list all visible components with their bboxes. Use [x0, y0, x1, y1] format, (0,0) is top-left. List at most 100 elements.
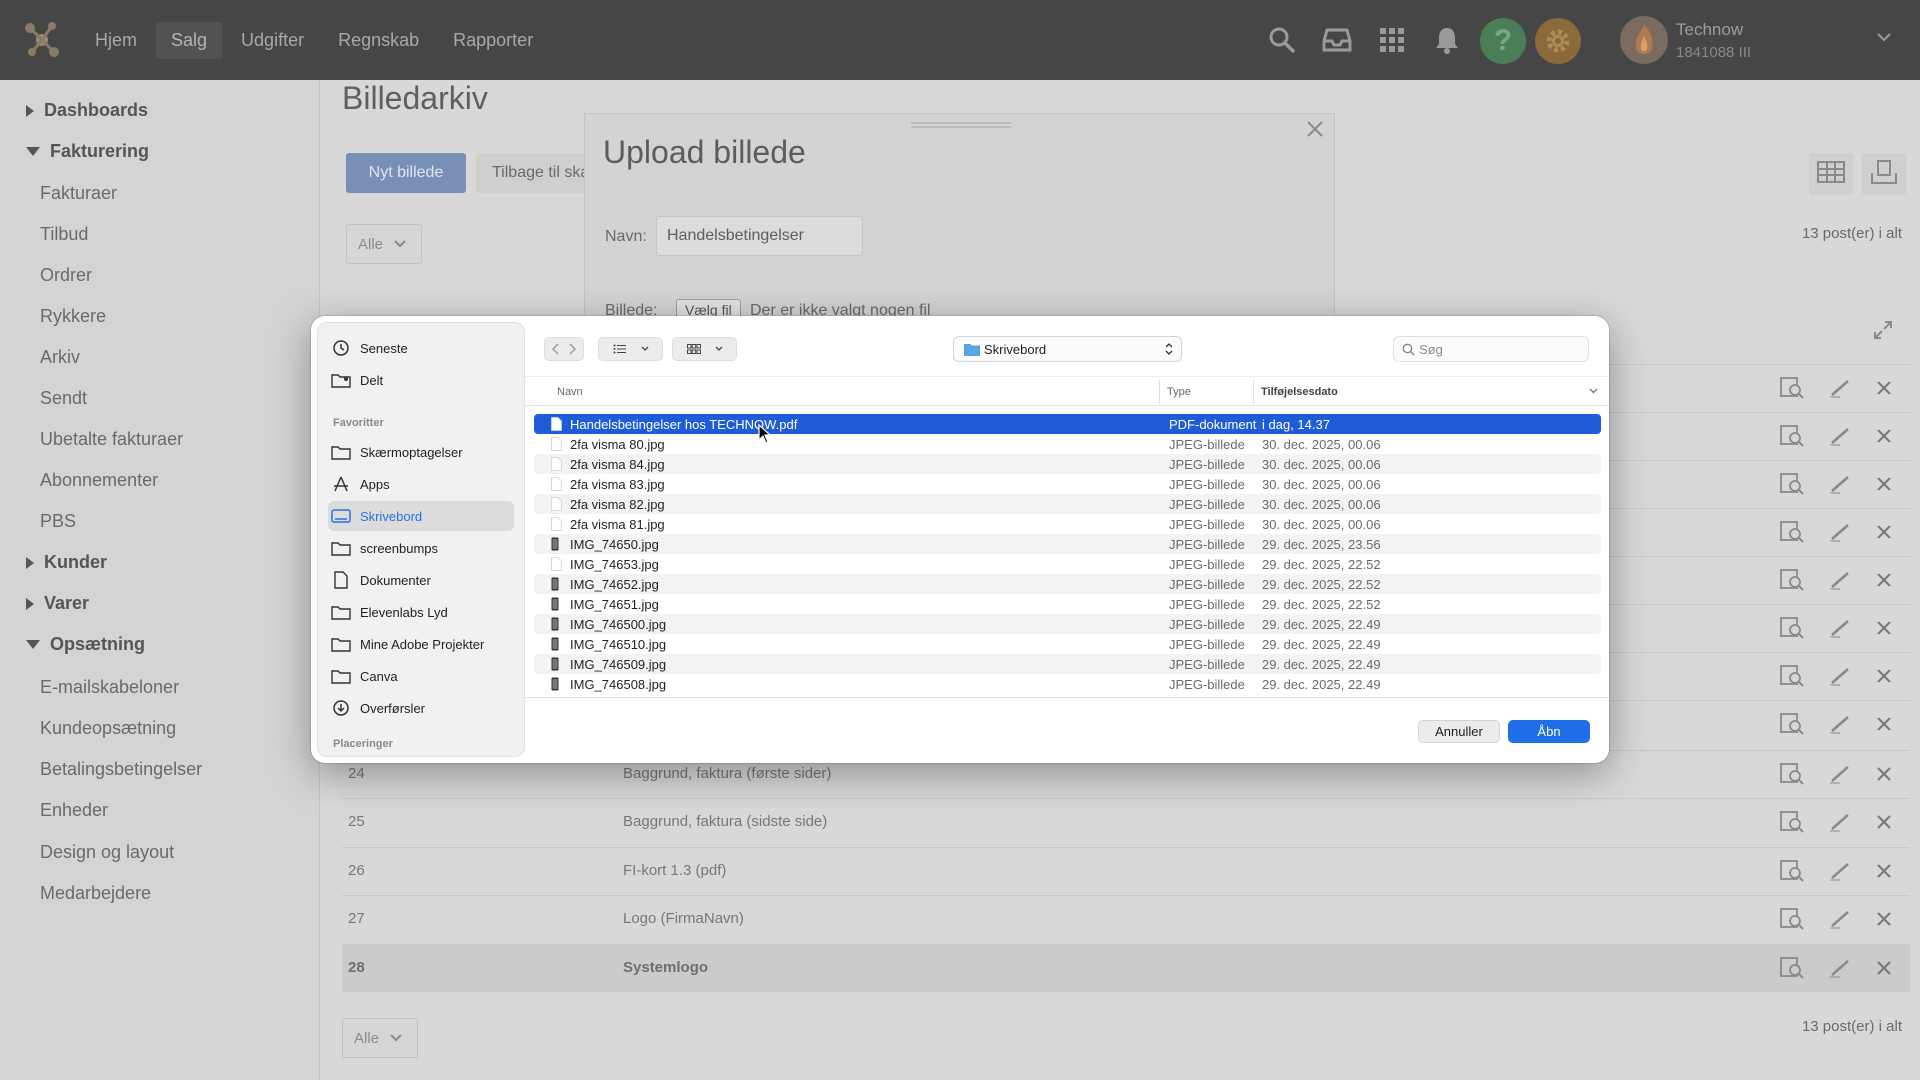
delete-x-icon[interactable] [1876, 814, 1892, 830]
file-row[interactable]: IMG_746510.jpg JPEG-billede 29. dec. 202… [534, 634, 1601, 654]
sidebar-item-fakturaer[interactable]: Fakturaer [40, 183, 117, 204]
preview-icon[interactable] [1780, 617, 1804, 639]
export-button[interactable] [1862, 153, 1906, 195]
preview-icon[interactable] [1780, 665, 1804, 687]
sidebar-item-medarbejdere[interactable]: Medarbejdere [40, 883, 151, 904]
table-row[interactable]: 27 Logo (FirmaNavn) [342, 895, 1910, 943]
sidebar-item-canva[interactable]: Canva [318, 661, 526, 691]
column-header-name[interactable]: Navn [557, 386, 583, 398]
preview-icon[interactable] [1780, 908, 1804, 930]
edit-pencil-icon[interactable] [1828, 909, 1852, 929]
preview-icon[interactable] [1780, 713, 1804, 735]
delete-x-icon[interactable] [1876, 380, 1892, 396]
sidebar-item-apps[interactable]: Apps [318, 469, 526, 499]
sidebar-item-ubetalte-fakturaer[interactable]: Ubetalte fakturaer [40, 429, 183, 450]
column-header-type[interactable]: Type [1167, 386, 1191, 398]
delete-x-icon[interactable] [1876, 960, 1892, 976]
delete-x-icon[interactable] [1876, 766, 1892, 782]
back-to-templates-button[interactable]: Tilbage til skabeloner [476, 153, 596, 193]
sidebar-item-pbs[interactable]: PBS [40, 511, 76, 532]
location-popup[interactable]: Skrivebord [953, 336, 1182, 362]
delete-x-icon[interactable] [1876, 863, 1892, 879]
file-row[interactable]: IMG_74652.jpg JPEG-billede 29. dec. 2025… [534, 574, 1601, 594]
delete-x-icon[interactable] [1876, 476, 1892, 492]
inbox-icon[interactable] [1319, 22, 1355, 58]
grid-view-button[interactable] [1809, 153, 1853, 195]
sidebar-item-elevenlabs-lyd[interactable]: Elevenlabs Lyd [318, 597, 526, 627]
sidebar-item-screenbumps[interactable]: screenbumps [318, 533, 526, 563]
group-view-button[interactable] [672, 337, 737, 361]
close-icon[interactable] [1306, 120, 1324, 143]
new-image-button[interactable]: Nyt billede [346, 153, 466, 193]
chevron-down-icon[interactable] [1876, 30, 1892, 48]
file-row[interactable]: IMG_746500.jpg JPEG-billede 29. dec. 202… [534, 614, 1601, 634]
apps-grid-icon[interactable] [1374, 22, 1410, 58]
table-row[interactable]: 26 FI-kort 1.3 (pdf) [342, 847, 1910, 895]
file-row[interactable]: IMG_74651.jpg JPEG-billede 29. dec. 2025… [534, 594, 1601, 614]
nav-salg[interactable]: Salg [156, 21, 223, 59]
delete-x-icon[interactable] [1876, 668, 1892, 684]
expand-icon[interactable] [1873, 320, 1893, 345]
avatar[interactable] [1620, 16, 1668, 64]
table-row[interactable]: 25 Baggrund, faktura (sidste side) [342, 798, 1910, 846]
app-logo-icon[interactable] [22, 20, 62, 60]
preview-icon[interactable] [1780, 473, 1804, 495]
sort-chevron-icon[interactable] [1589, 388, 1598, 394]
sidebar-item-dokumenter[interactable]: Dokumenter [318, 565, 526, 595]
table-row[interactable]: 28 Systemlogo [342, 944, 1910, 992]
file-row[interactable]: IMG_74653.jpg JPEG-billede 29. dec. 2025… [534, 554, 1601, 574]
delete-x-icon[interactable] [1876, 716, 1892, 732]
sidebar-section-varer[interactable]: Varer [26, 593, 89, 614]
delete-x-icon[interactable] [1876, 428, 1892, 444]
help-icon[interactable]: ? [1480, 18, 1526, 64]
preview-icon[interactable] [1780, 860, 1804, 882]
chevron-left-icon[interactable] [552, 343, 560, 355]
cancel-button[interactable]: Annuller [1418, 720, 1500, 743]
name-input[interactable]: Handelsbetingelser [656, 216, 863, 256]
preview-icon[interactable] [1780, 377, 1804, 399]
nav-hjem[interactable]: Hjem [80, 22, 152, 59]
filter-select-top[interactable]: Alle [346, 224, 422, 264]
sidebar-item-betalingsbetingelser[interactable]: Betalingsbetingelser [40, 759, 202, 780]
sidebar-item-abonnementer[interactable]: Abonnementer [40, 470, 158, 491]
settings-gear-icon[interactable] [1535, 18, 1581, 64]
delete-x-icon[interactable] [1876, 911, 1892, 927]
list-view-button[interactable] [598, 337, 663, 361]
delete-x-icon[interactable] [1876, 620, 1892, 636]
edit-pencil-icon[interactable] [1828, 474, 1852, 494]
file-row[interactable]: 2fa visma 83.jpg JPEG-billede 30. dec. 2… [534, 474, 1601, 494]
filter-select-bottom[interactable]: Alle [342, 1018, 418, 1058]
edit-pencil-icon[interactable] [1828, 812, 1852, 832]
edit-pencil-icon[interactable] [1828, 426, 1852, 446]
sidebar-item-seneste[interactable]: Seneste [318, 333, 526, 363]
sidebar-item-delt[interactable]: Delt [318, 365, 526, 395]
preview-icon[interactable] [1780, 811, 1804, 833]
edit-pencil-icon[interactable] [1828, 714, 1852, 734]
edit-pencil-icon[interactable] [1828, 764, 1852, 784]
sidebar-item-mine-adobe-projekter[interactable]: Mine Adobe Projekter [318, 629, 526, 659]
file-row[interactable]: IMG_746509.jpg JPEG-billede 29. dec. 202… [534, 654, 1601, 674]
file-row[interactable]: 2fa visma 84.jpg JPEG-billede 30. dec. 2… [534, 454, 1601, 474]
edit-pencil-icon[interactable] [1828, 861, 1852, 881]
edit-pencil-icon[interactable] [1828, 618, 1852, 638]
chevron-right-icon[interactable] [568, 343, 576, 355]
file-search-field[interactable]: Søg [1393, 336, 1589, 362]
preview-icon[interactable] [1780, 763, 1804, 785]
file-row[interactable]: 2fa visma 81.jpg JPEG-billede 30. dec. 2… [534, 514, 1601, 534]
edit-pencil-icon[interactable] [1828, 378, 1852, 398]
edit-pencil-icon[interactable] [1828, 570, 1852, 590]
nav-regnskab[interactable]: Regnskab [323, 22, 434, 59]
sidebar-section-opsaetning[interactable]: Opsætning [26, 634, 145, 655]
sidebar-item-skaermoptagelser[interactable]: Skærmoptagelser [318, 437, 526, 467]
file-row[interactable]: IMG_746508.jpg JPEG-billede 29. dec. 202… [534, 674, 1601, 694]
sidebar-item-enheder[interactable]: Enheder [40, 800, 108, 821]
drag-handle[interactable] [911, 122, 1011, 128]
sidebar-item-kundeopsaetning[interactable]: Kundeopsætning [40, 718, 176, 739]
search-icon[interactable] [1264, 22, 1300, 58]
sidebar-item-sendt[interactable]: Sendt [40, 388, 87, 409]
sidebar-item-ordrer[interactable]: Ordrer [40, 265, 92, 286]
sidebar-section-dashboards[interactable]: Dashboards [26, 100, 148, 121]
column-header-date[interactable]: Tilføjelsesdato [1261, 386, 1338, 398]
file-row[interactable]: Handelsbetingelser hos TECHNOW.pdf PDF-d… [534, 414, 1601, 434]
sidebar-item-e-mailskabeloner[interactable]: E-mailskabeloner [40, 677, 179, 698]
